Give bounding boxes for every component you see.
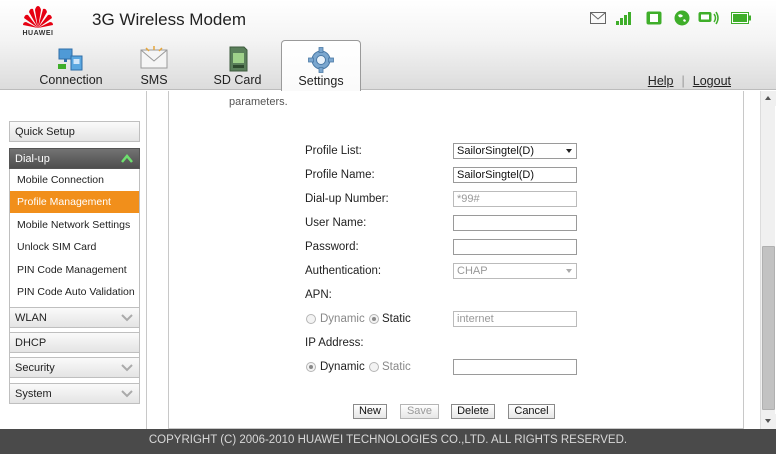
profile-list-value: SailorSingtel(D): [457, 145, 535, 157]
app-title: 3G Wireless Modem: [92, 10, 246, 29]
brand-label: HUAWEI: [22, 30, 54, 37]
password-label: Password:: [305, 241, 359, 253]
ip-address-label: IP Address:: [305, 337, 364, 349]
vertical-scrollbar[interactable]: [760, 91, 776, 429]
ip-dynamic-radio[interactable]: [306, 362, 316, 372]
battery-icon: [731, 12, 751, 24]
sidebar-item-label: Security: [15, 362, 55, 374]
user-name-input[interactable]: [453, 215, 577, 231]
sidebar-item-label: PIN Code Auto Validation: [17, 286, 135, 298]
delete-button[interactable]: Delete: [451, 404, 495, 419]
connection-icon: [698, 11, 719, 25]
sidebar-item-label: Unlock SIM Card: [17, 241, 97, 253]
sidebar-item-label: WLAN: [15, 312, 47, 324]
profile-name-input[interactable]: [453, 167, 577, 183]
envelope-icon: [140, 46, 168, 69]
signal-strength-icon: [616, 12, 631, 25]
arrow-down-icon: [765, 419, 771, 423]
arrow-up-icon: [765, 96, 771, 100]
profile-name-label: Profile Name:: [305, 169, 375, 181]
logout-link[interactable]: Logout: [693, 74, 731, 88]
apn-static-label: Static: [382, 313, 411, 325]
sidebar-item-label: Mobile Connection: [17, 174, 104, 186]
profile-list-select[interactable]: SailorSingtel(D): [453, 143, 577, 159]
sidebar-item-label: Quick Setup: [15, 126, 75, 138]
sidebar-item-label: DHCP: [15, 337, 47, 349]
password-input[interactable]: [453, 239, 577, 255]
scroll-up-button[interactable]: [761, 91, 776, 106]
tab-sd-card[interactable]: SD Card: [200, 40, 275, 90]
sidebar-item-label: Dial-up: [15, 153, 50, 165]
apn-input[interactable]: [453, 311, 577, 327]
chevron-down-icon: [121, 364, 133, 372]
tab-label: Connection: [39, 73, 103, 87]
sidebar-item-system[interactable]: System: [9, 383, 140, 404]
sidebar-item-label: Mobile Network Settings: [17, 219, 131, 231]
footer: COPYRIGHT (C) 2006-2010 HUAWEI TECHNOLOG…: [0, 429, 776, 454]
tab-sms[interactable]: SMS: [124, 40, 184, 90]
top-links: Help | Logout: [648, 74, 731, 88]
gear-icon: [308, 47, 334, 73]
sidebar-item-label: Profile Management: [17, 196, 111, 208]
apn-label: APN:: [305, 289, 332, 301]
sidebar-item-unlock-sim-card[interactable]: Unlock SIM Card: [10, 236, 139, 258]
ip-static-label: Static: [382, 361, 411, 373]
intro-text: parameters.: [229, 96, 288, 108]
scroll-thumb[interactable]: [762, 246, 775, 410]
apn-dynamic-label: Dynamic: [320, 313, 365, 325]
chevron-up-icon: [121, 154, 133, 163]
ip-dynamic-label: Dynamic: [320, 361, 365, 373]
authentication-select[interactable]: CHAP: [453, 263, 577, 279]
dialup-number-input[interactable]: [453, 191, 577, 207]
dropdown-arrow-icon: [566, 149, 572, 153]
globe-icon: [674, 10, 690, 26]
sd-card-icon: [229, 46, 247, 72]
cancel-button[interactable]: Cancel: [508, 404, 555, 419]
tab-label: SMS: [140, 73, 168, 87]
sidebar-item-dhcp[interactable]: DHCP: [9, 332, 140, 353]
sidebar-item-mobile-network-settings[interactable]: Mobile Network Settings: [10, 214, 139, 236]
authentication-label: Authentication:: [305, 265, 382, 277]
dropdown-arrow-icon: [566, 269, 572, 273]
tab-settings[interactable]: Settings: [281, 40, 361, 91]
tab-connection[interactable]: Connection: [31, 40, 111, 90]
new-button[interactable]: New: [353, 404, 387, 419]
chevron-down-icon: [121, 390, 133, 398]
sidebar-item-pin-code-management[interactable]: PIN Code Management: [10, 259, 139, 281]
scroll-down-button[interactable]: [761, 414, 776, 429]
help-link[interactable]: Help: [648, 74, 674, 88]
connection-icon: [58, 48, 83, 71]
sim-card-icon: [646, 11, 662, 25]
apn-dynamic-radio[interactable]: [306, 314, 316, 324]
sidebar-item-label: System: [15, 388, 52, 400]
ip-static-radio[interactable]: [369, 362, 379, 372]
ip-address-input[interactable]: [453, 359, 577, 375]
apn-static-radio[interactable]: [369, 314, 379, 324]
sidebar-item-pin-code-auto-validation[interactable]: PIN Code Auto Validation: [10, 281, 139, 303]
sidebar-item-mobile-connection[interactable]: Mobile Connection: [10, 169, 139, 191]
chevron-down-icon: [121, 314, 133, 322]
sidebar-item-quick-setup[interactable]: Quick Setup: [9, 121, 140, 142]
tab-label: Settings: [298, 74, 344, 88]
sidebar-item-wlan[interactable]: WLAN: [9, 307, 140, 328]
sidebar-item-dialup[interactable]: Dial-up: [9, 148, 140, 169]
sidebar-item-label: PIN Code Management: [17, 264, 127, 276]
main-panel: parameters. Profile List: SailorSingtel(…: [148, 91, 760, 429]
user-name-label: User Name:: [305, 217, 367, 229]
mail-icon[interactable]: [590, 12, 606, 24]
profile-management-panel: parameters. Profile List: SailorSingtel(…: [168, 91, 744, 429]
content-area: Quick Setup Dial-up Mobile Connection Pr…: [0, 91, 760, 429]
app-header: HUAWEI 3G Wireless Modem Connection SMS …: [0, 0, 776, 91]
save-button[interactable]: Save: [400, 404, 439, 419]
profile-list-label: Profile List:: [305, 145, 362, 157]
sidebar-item-security[interactable]: Security: [9, 357, 140, 378]
dialup-number-label: Dial-up Number:: [305, 193, 389, 205]
sidebar: Quick Setup Dial-up Mobile Connection Pr…: [0, 91, 147, 429]
authentication-value: CHAP: [457, 265, 488, 277]
tab-label: SD Card: [213, 73, 262, 87]
sidebar-item-profile-management[interactable]: Profile Management: [10, 191, 139, 213]
link-separator: |: [681, 74, 685, 88]
